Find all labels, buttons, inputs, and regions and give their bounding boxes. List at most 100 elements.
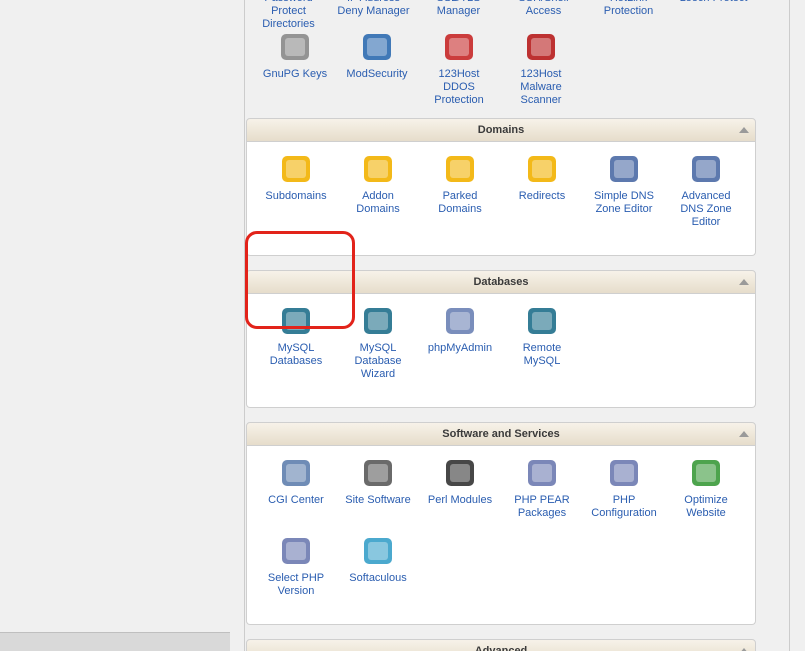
item-label: PHP PEARPackages: [514, 494, 569, 520]
advanced-dns-icon: [686, 152, 726, 186]
item-advanced-dns-zone-editor[interactable]: AdvancedDNS ZoneEditor: [665, 152, 747, 229]
item-label: RemoteMySQL: [523, 342, 562, 368]
globe-shield-icon: [357, 30, 397, 64]
item-password-protect-directories[interactable]: PasswordProtectDirectories: [246, 0, 331, 31]
page-border-right: [789, 0, 790, 651]
item-label: Site Software: [345, 494, 410, 507]
item-label: Select PHPVersion: [268, 572, 324, 598]
item-label: SSH/ShellAccess: [501, 0, 586, 18]
section-header-domains[interactable]: Domains: [246, 118, 756, 142]
item-label: HotLinkProtection: [586, 0, 671, 18]
item-softaculous[interactable]: Softaculous: [337, 534, 419, 598]
mysql-icon: [276, 304, 316, 338]
security-row-extra: GnuPG Keys ModSecurity 123HostDDOSProtecti…: [254, 30, 582, 121]
item-ip-address-deny-manager[interactable]: IP AddressDeny Manager: [331, 0, 416, 31]
mysql-wizard-icon: [358, 304, 398, 338]
item-ssl-tls-manager[interactable]: SSL/TLSManager: [416, 0, 501, 31]
section-body-software: CGI Center Site Software Perl Modules PHP P…: [246, 446, 756, 625]
item-mysql-database-wizard[interactable]: MySQLDatabaseWizard: [337, 304, 419, 381]
item-label: PasswordProtectDirectories: [246, 0, 331, 31]
item-label: CGI Center: [268, 494, 324, 507]
bottom-left-toolbar: [0, 632, 230, 651]
section-databases: Databases MySQLDatabases MySQLDatabaseWiza…: [246, 270, 756, 408]
item-cgi-center[interactable]: CGI Center: [255, 456, 337, 520]
php-pear-icon: [522, 456, 562, 490]
simple-dns-icon: [604, 152, 644, 186]
item-123host-ddos-protection[interactable]: 123HostDDOSProtection: [418, 30, 500, 107]
section-title: Software and Services: [442, 428, 559, 440]
section-header-advanced[interactable]: Advanced: [246, 639, 756, 651]
section-header-databases[interactable]: Databases: [246, 270, 756, 294]
remote-mysql-icon: [522, 304, 562, 338]
item-phpmyadmin[interactable]: phpMyAdmin: [419, 304, 501, 381]
section-domains: Domains Subdomains AddonDomains ParkedDomai…: [246, 118, 756, 256]
item-label: Redirects: [519, 190, 565, 203]
item-label: Perl Modules: [428, 494, 492, 507]
item-label: OptimizeWebsite: [684, 494, 727, 520]
softaculous-icon: [358, 534, 398, 568]
item-label: AdvancedDNS ZoneEditor: [680, 190, 731, 229]
item-leech-protect[interactable]: Leech Protect: [671, 0, 756, 31]
item-subdomains[interactable]: Subdomains: [255, 152, 337, 229]
parked-domains-icon: [440, 152, 480, 186]
optimize-icon: [686, 456, 726, 490]
item-gnupg-keys[interactable]: GnuPG Keys: [254, 30, 336, 107]
section-body-domains: Subdomains AddonDomains ParkedDomains Redir…: [246, 142, 756, 256]
section-title: Advanced: [475, 645, 528, 651]
item-php-configuration[interactable]: PHPConfiguration: [583, 456, 665, 520]
item-mysql-databases[interactable]: MySQLDatabases: [255, 304, 337, 381]
item-label: Simple DNSZone Editor: [594, 190, 654, 216]
subdomains-icon: [276, 152, 316, 186]
section-body-databases: MySQLDatabases MySQLDatabaseWizard phpMyAd…: [246, 294, 756, 408]
page-border-left: [244, 0, 245, 651]
site-software-icon: [358, 456, 398, 490]
item-label: IP AddressDeny Manager: [331, 0, 416, 18]
item-label: PHPConfiguration: [591, 494, 656, 520]
collapse-icon[interactable]: [739, 431, 749, 437]
item-hotlink-protection[interactable]: HotLinkProtection: [586, 0, 671, 31]
sections-container: Domains Subdomains AddonDomains ParkedDomai…: [246, 118, 789, 651]
item-label: GnuPG Keys: [263, 68, 327, 81]
item-redirects[interactable]: Redirects: [501, 152, 583, 229]
item-label: Subdomains: [265, 190, 326, 203]
item-label: SSL/TLSManager: [416, 0, 501, 18]
phpmyadmin-icon: [440, 304, 480, 338]
item-123host-malware-scanner[interactable]: 123HostMalwareScanner: [500, 30, 582, 107]
collapse-icon[interactable]: [739, 127, 749, 133]
section-header-software[interactable]: Software and Services: [246, 422, 756, 446]
section-advanced: AdvancedApacheHandlersImageManagerIndexM…: [246, 639, 756, 651]
item-optimize-website[interactable]: OptimizeWebsite: [665, 456, 747, 520]
item-addon-domains[interactable]: AddonDomains: [337, 152, 419, 229]
section-title: Domains: [478, 124, 524, 136]
security-row-partial: PasswordProtectDirectoriesIP AddressDeny…: [246, 0, 770, 31]
item-modsecurity[interactable]: ModSecurity: [336, 30, 418, 107]
item-label: phpMyAdmin: [428, 342, 492, 355]
item-label: ModSecurity: [346, 68, 407, 81]
section-software: Software and Services CGI Center Site Soft…: [246, 422, 756, 625]
item-label: 123HostDDOSProtection: [434, 68, 484, 107]
cpanel-viewport: PasswordProtectDirectoriesIP AddressDeny…: [0, 0, 805, 651]
item-parked-domains[interactable]: ParkedDomains: [419, 152, 501, 229]
item-perl-modules[interactable]: Perl Modules: [419, 456, 501, 520]
item-ssh-shell-access[interactable]: SSH/ShellAccess: [501, 0, 586, 31]
item-label: AddonDomains: [356, 190, 399, 216]
item-label: Softaculous: [349, 572, 406, 585]
item-remote-mysql[interactable]: RemoteMySQL: [501, 304, 583, 381]
section-title: Databases: [473, 276, 528, 288]
item-label: MySQLDatabaseWizard: [354, 342, 401, 381]
red-shield-icon: [439, 30, 479, 64]
keys-icon: [275, 30, 315, 64]
perl-icon: [440, 456, 480, 490]
php-icon: [276, 534, 316, 568]
item-site-software[interactable]: Site Software: [337, 456, 419, 520]
php-config-icon: [604, 456, 644, 490]
item-label: ParkedDomains: [438, 190, 481, 216]
item-select-php-version[interactable]: Select PHPVersion: [255, 534, 337, 598]
collapse-icon[interactable]: [739, 279, 749, 285]
redirects-icon: [522, 152, 562, 186]
cgi-icon: [276, 456, 316, 490]
addon-domains-icon: [358, 152, 398, 186]
item-simple-dns-zone-editor[interactable]: Simple DNSZone Editor: [583, 152, 665, 229]
item-php-pear-packages[interactable]: PHP PEARPackages: [501, 456, 583, 520]
item-label: Leech Protect: [671, 0, 756, 5]
